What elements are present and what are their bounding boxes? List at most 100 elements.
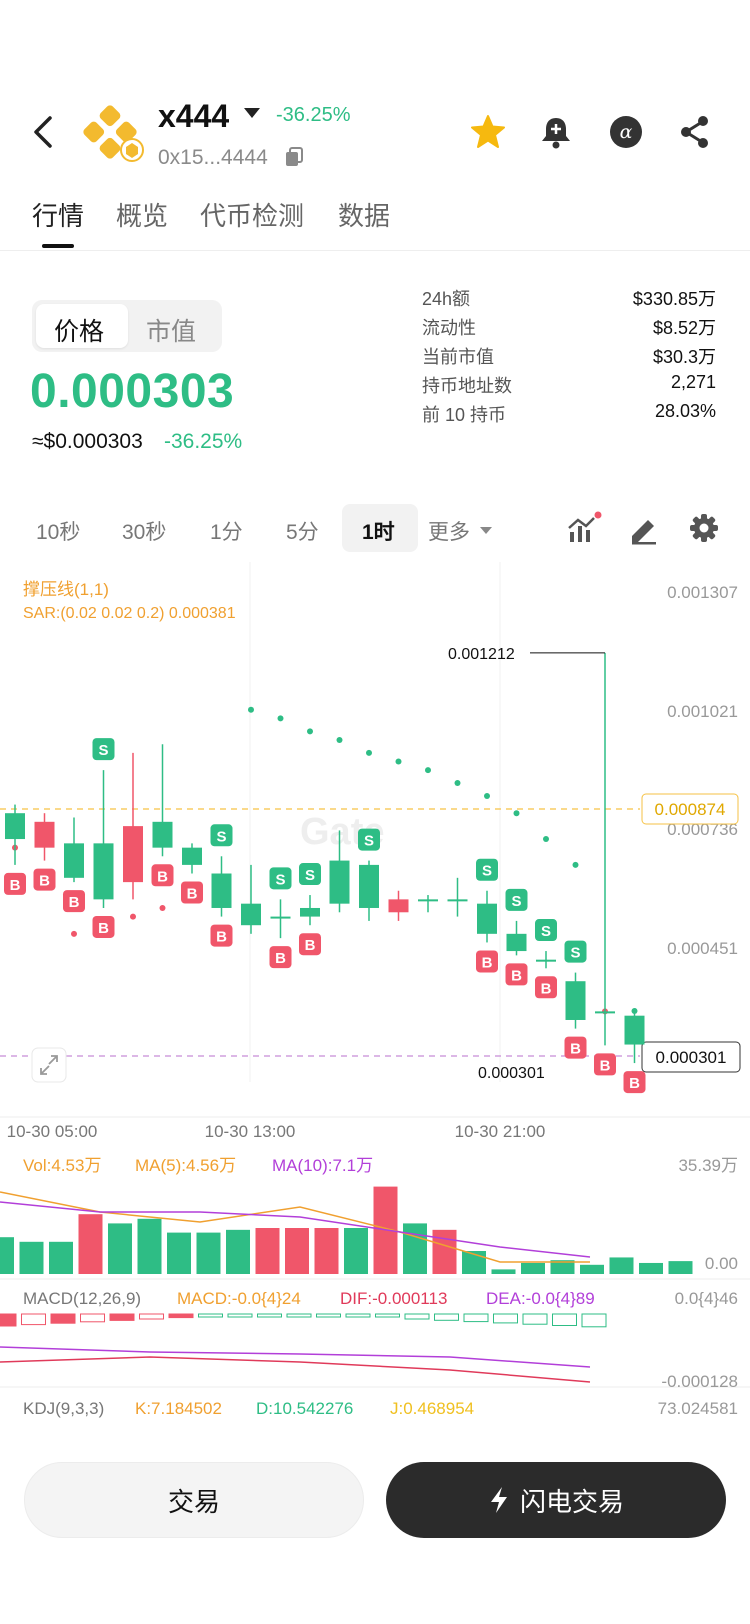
copy-icon[interactable] [284,146,304,168]
x-tick-label: 10-30 13:00 [205,1122,296,1141]
sar-dot [336,736,343,743]
buy-badge-label: B [157,868,168,885]
macd-bar [463,1313,489,1323]
candle-body [34,821,55,848]
buy-badge-label: B [629,1075,640,1092]
favorite-star-icon[interactable] [466,110,510,154]
buy-badge-label: B [10,877,21,894]
buy-badge-label: B [69,894,80,911]
tab-data[interactable]: 数据 [338,196,390,233]
tab-market[interactable]: 行情 [32,196,84,233]
macd-bar [316,1313,341,1318]
vol-ma5-label: MA(5):4.56万 [135,1156,236,1175]
timeframe-5m[interactable]: 5分 [286,516,319,546]
volume-bar [108,1223,132,1274]
sell-badge-label: S [216,828,226,845]
stat-value: 28.03% [654,401,716,421]
svg-text:α: α [620,121,633,143]
flash-trade-label: 闪电交易 [519,1486,624,1517]
macd-bar [139,1313,164,1320]
indicator-icon[interactable] [566,510,602,546]
buy-badge-label: B [98,920,109,937]
sar-dot [248,706,254,713]
toggle-mcap[interactable]: 市值 [146,312,196,348]
volume-bar [344,1228,368,1274]
buy-badge-label: B [570,1041,581,1058]
candle-body [418,899,438,902]
usd-price: ≈$0.000303 [32,430,143,453]
kdj-k: K:7.184502 [135,1399,222,1418]
kdj-j: J:0.468954 [390,1399,474,1418]
sar-dot [513,810,520,817]
flash-trade-button[interactable]: 闪电交易 [386,1462,726,1538]
macd-bar [50,1313,76,1324]
chevron-left-icon [34,116,52,148]
vol-ma10-label: MA(10):7.1万 [272,1156,373,1175]
tab-token-check[interactable]: 代币检测 [200,196,304,233]
timeframe-30s[interactable]: 30秒 [122,516,166,546]
volume-bar [580,1264,604,1274]
sar-dot [543,836,549,843]
macd-bottom-label: -0.000128 [661,1372,738,1391]
volume-bar [78,1214,103,1274]
sell-badge-label: S [570,945,580,962]
vol-label: Vol:4.53万 [23,1156,101,1175]
sell-badge-label: S [305,867,315,884]
macd-bar [227,1313,253,1318]
candle-body [211,873,232,908]
stat-label: 流动性 [422,318,476,338]
stat-label: 持币地址数 [422,376,512,396]
caret-down-icon[interactable] [244,108,260,118]
sar-dot [307,728,313,735]
share-icon[interactable] [672,110,716,154]
y-tick-label: 0.001021 [667,702,738,721]
buy-badge-label: B [187,886,198,903]
kdj-top-label: 73.024581 [658,1399,738,1418]
high-label: 0.001212 [448,646,515,663]
macd-bar [198,1313,223,1318]
sar-dot [130,913,136,920]
tab-underline [42,244,74,248]
candle-body [182,847,202,865]
stat-label: 前 10 持币 [422,405,507,425]
x-tick-label: 10-30 21:00 [455,1122,546,1141]
volume-bar [255,1228,280,1274]
candle-body [152,821,173,848]
timeframe-10s[interactable]: 10秒 [36,516,80,546]
candle-body [565,981,586,1020]
timeframe-1h[interactable]: 1时 [362,516,395,546]
candle-body [359,864,379,908]
macd-bar [109,1313,135,1321]
price-chart[interactable]: 撑压线(1,1) SAR:(0.02 0.02 0.2) 0.000381 0.00… [0,562,750,1442]
candle-body [300,907,320,917]
volume-bar [491,1269,516,1274]
sell-badge-label: S [511,893,521,910]
y-tick-label: 0.001307 [667,583,738,602]
alert-bell-icon[interactable] [534,110,578,154]
candle-body [595,1011,615,1014]
token-name[interactable]: x444 [158,98,229,135]
sar-dot [277,715,284,722]
volume-bar [403,1223,427,1274]
draw-pencil-icon[interactable] [626,510,662,546]
trade-button[interactable]: 交易 [24,1462,364,1538]
alpha-icon[interactable]: α [604,110,648,154]
macd-bar [581,1313,607,1328]
stat-value: $30.3万 [652,347,716,367]
sell-badge-label: S [275,871,285,888]
volume-bar [668,1261,693,1274]
x-tick-label: 10-30 05:00 [7,1122,98,1141]
macd-bar [522,1313,548,1325]
macd-dif: DIF:-0.000113 [340,1289,447,1308]
sar-dot [159,904,166,911]
toggle-price[interactable]: 价格 [54,312,104,348]
tab-overview[interactable]: 概览 [116,196,168,233]
settings-gear-icon[interactable] [686,510,722,546]
back-button[interactable] [26,110,62,154]
macd-bar [168,1313,194,1319]
timeframe-1m[interactable]: 1分 [210,516,243,546]
buy-badge-label: B [39,873,50,890]
more-caret-icon [480,527,492,534]
timeframe-more[interactable]: 更多 [428,516,470,546]
sar-text: SAR:(0.02 0.02 0.2) 0.000381 [23,605,236,622]
